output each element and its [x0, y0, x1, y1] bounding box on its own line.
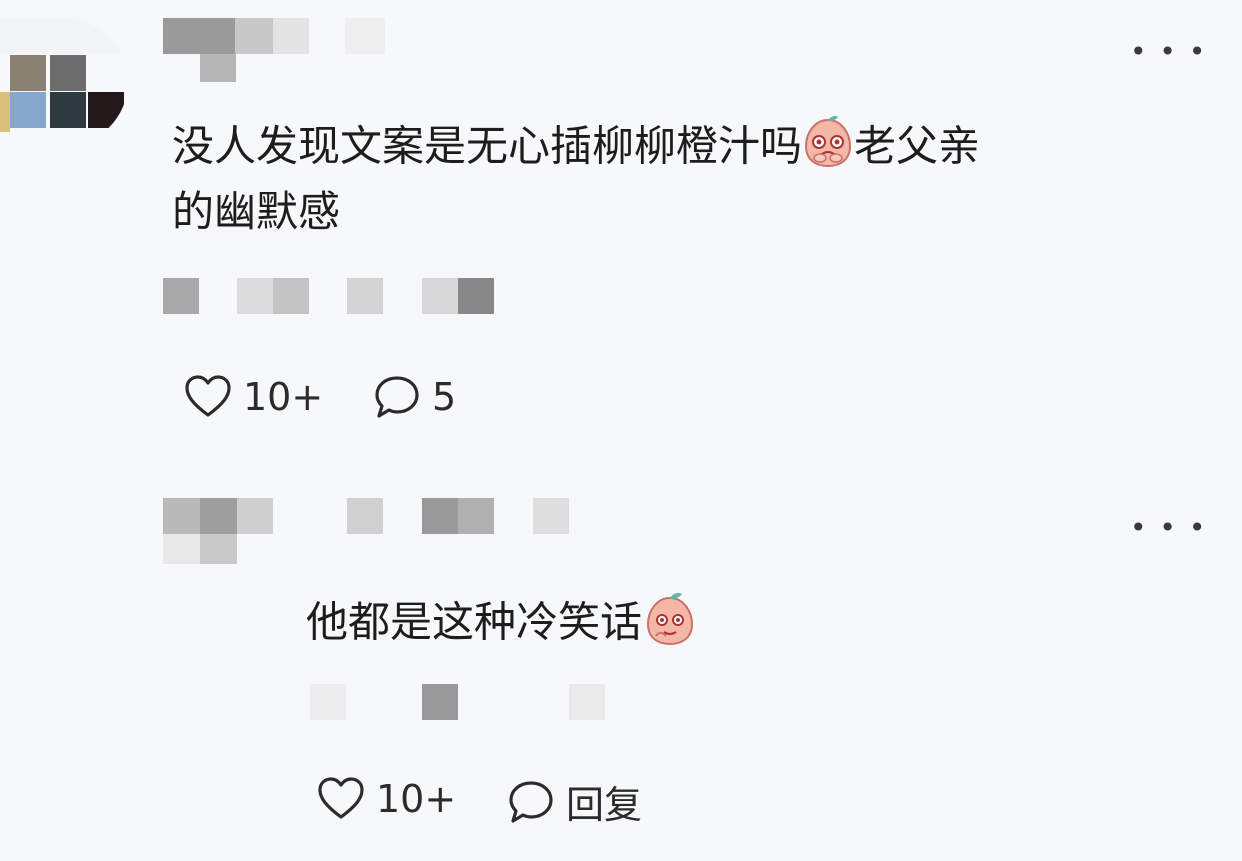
like-button[interactable]: 10+: [316, 774, 456, 824]
reply-button[interactable]: 5: [372, 372, 456, 422]
reply-count: 5: [432, 375, 457, 419]
smiling-peach-emoji: [642, 590, 698, 660]
like-count: 10+: [243, 375, 324, 419]
comment-bubble-icon: [375, 376, 419, 418]
reply-label: 回复: [566, 783, 643, 827]
more-options-icon[interactable]: • • •: [1130, 514, 1207, 542]
heart-icon: [318, 777, 364, 819]
reply-button[interactable]: 回复: [506, 774, 642, 829]
heart-icon: [185, 375, 231, 417]
comment-text: 没人发现文案是无心插柳柳橙汁吗 老父亲 的幽默感: [172, 114, 980, 240]
avatar[interactable]: [0, 18, 128, 146]
comment-bubble-icon: [509, 780, 553, 823]
like-button[interactable]: 10+: [183, 372, 323, 422]
comment-text-line2: 的幽默感: [172, 187, 341, 236]
crying-peach-emoji: [802, 114, 854, 184]
comment-text-line1-suffix: 老父亲: [854, 121, 981, 171]
more-options-icon[interactable]: • • •: [1130, 38, 1207, 66]
comment-text-line1: 没人发现文案是无心插柳柳橙汁吗: [172, 121, 803, 171]
reply-text-content: 他都是这种冷笑话: [306, 597, 643, 647]
like-count: 10+: [376, 777, 457, 821]
reply-text: 他都是这种冷笑话: [306, 590, 698, 660]
